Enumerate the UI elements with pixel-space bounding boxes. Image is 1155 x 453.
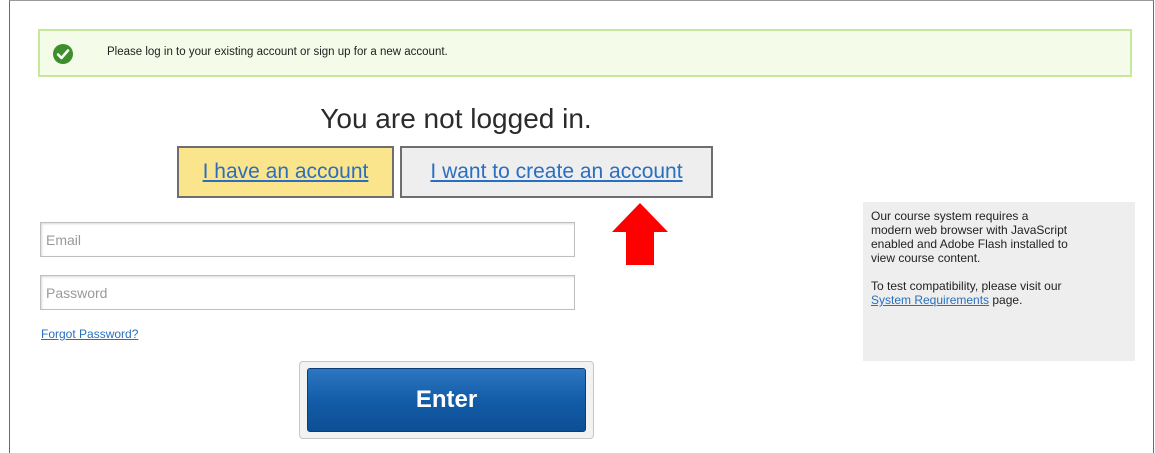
compatibility-line: To test compatibility, please visit our [871,279,1062,293]
enter-button[interactable]: Enter [307,368,586,432]
compatibility-suffix: page. [989,293,1023,307]
browser-requirements-box: Our course system requires a modern web … [863,202,1135,361]
check-circle-icon [53,44,73,64]
email-field[interactable] [40,222,575,257]
page-title: You are not logged in. [320,103,592,134]
system-requirements-link[interactable]: System Requirements [871,293,989,307]
notice-text: Please log in to your existing account o… [107,46,448,58]
requirements-line: enabled and Adobe Flash installed to [871,237,1068,251]
requirements-line: view course content. [871,251,981,265]
password-field[interactable] [40,275,575,310]
forgot-password-link[interactable]: Forgot Password? [41,327,138,341]
requirements-text: Our course system requires a modern web … [871,209,1127,265]
compatibility-text: To test compatibility, please visit our … [871,279,1127,307]
enter-button-frame: Enter [299,361,594,439]
red-up-arrow-icon [612,203,668,270]
requirements-line: modern web browser with JavaScript [871,223,1068,237]
requirements-line: Our course system requires a [871,209,1029,223]
tab-create-account[interactable]: I want to create an account [400,146,713,198]
tab-have-account-label[interactable]: I have an account [203,160,369,183]
tab-create-account-label[interactable]: I want to create an account [430,160,682,183]
tab-have-account[interactable]: I have an account [177,146,394,198]
notice-banner: Please log in to your existing account o… [38,29,1132,77]
